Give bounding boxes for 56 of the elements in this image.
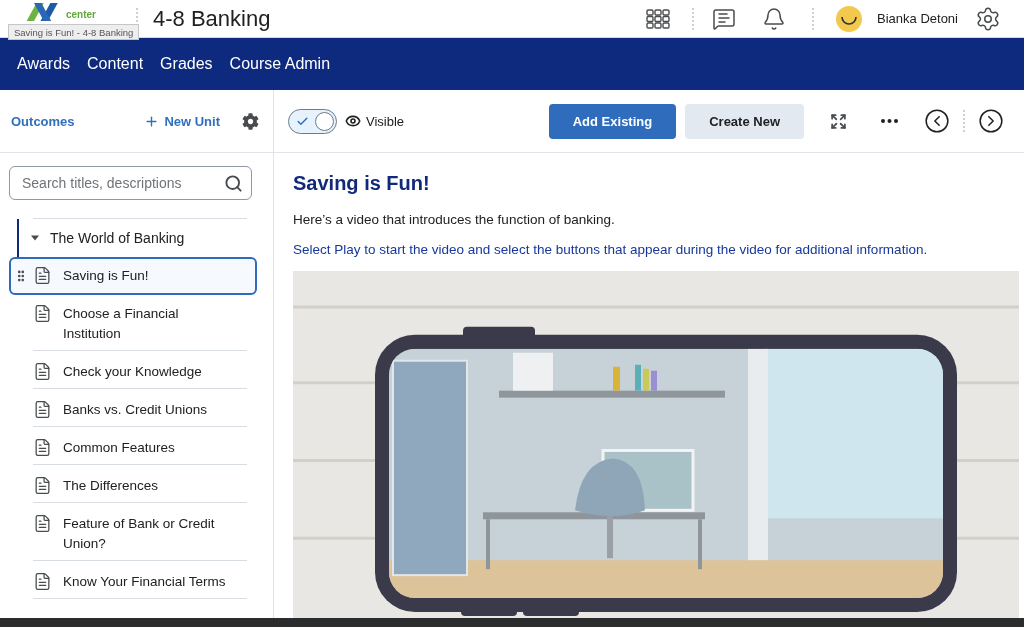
intro-text: Here’s a video that introduces the function of banking. — [293, 211, 616, 229]
nav-link[interactable]: Awards — [17, 55, 71, 73]
document-icon — [33, 514, 52, 533]
message-icon[interactable] — [712, 6, 737, 31]
topic-title: Banks vs. Credit Unions — [63, 401, 208, 419]
topic-title: Choose a Financial Institution — [63, 305, 180, 343]
avatar-icon[interactable] — [836, 5, 863, 32]
settings-icon[interactable] — [975, 5, 1001, 32]
bell-icon[interactable] — [762, 6, 787, 31]
topic-tree-item[interactable]: Choose a Financial Institution — [9, 295, 257, 353]
new-unit-button[interactable]: New Unit — [144, 113, 220, 129]
nav-link[interactable]: Grades — [160, 55, 213, 73]
tooltip: Saving is Fun! - 4-8 Banking — [8, 24, 140, 40]
user-name[interactable]: Bianka Detoni — [877, 11, 958, 26]
document-icon — [33, 304, 52, 323]
add-existing-button[interactable]: Add Existing — [548, 103, 677, 139]
logo-icon — [26, 3, 60, 21]
ellipsis-icon[interactable] — [881, 119, 898, 123]
topic-title: Common Features — [63, 439, 175, 457]
search-field[interactable]: Search titles, descriptions — [9, 166, 252, 200]
document-icon — [33, 362, 52, 381]
outcomes-link[interactable]: Outcomes — [11, 113, 75, 129]
next-icon[interactable] — [978, 108, 1004, 134]
topic-title: The Differences — [63, 477, 159, 495]
document-icon — [33, 572, 52, 591]
document-icon — [33, 266, 52, 285]
topic-tree-item[interactable]: Feature of Bank or Credit Union? — [9, 505, 257, 563]
instruction-text: Select Play to start the video and select the buttons that appear during the video for additional information. — [293, 241, 929, 259]
visibility-label: Visible — [366, 113, 405, 129]
fullscreen-icon[interactable] — [830, 112, 847, 130]
plus-icon — [144, 113, 160, 129]
topic-tree-item[interactable]: Check your Knowledge — [9, 353, 257, 391]
topic-tree-item[interactable]: Know Your Financial Terms — [9, 563, 257, 601]
search-icon[interactable] — [224, 174, 243, 193]
create-new-button[interactable]: Create New — [685, 103, 804, 139]
topic-title: Feature of Bank or Credit Union? — [63, 515, 216, 553]
document-icon — [33, 476, 52, 495]
topic-tree-item[interactable]: Saving is Fun! — [9, 257, 257, 295]
topic-title: Saving is Fun! — [63, 267, 149, 285]
eye-icon — [345, 113, 361, 129]
visibility-toggle[interactable] — [288, 108, 337, 134]
topic-tree-item[interactable]: The Differences — [9, 467, 257, 505]
nav-link[interactable]: Content — [87, 55, 144, 73]
course-title: 4-8 Banking — [153, 5, 271, 32]
app-grid-icon[interactable] — [646, 8, 671, 29]
topic-tree-item[interactable]: Common Features — [9, 429, 257, 467]
document-icon — [33, 400, 52, 419]
previous-icon[interactable] — [924, 108, 950, 134]
page-title: Saving is Fun! — [293, 171, 431, 196]
logo-text: center — [66, 9, 96, 21]
document-icon — [33, 438, 52, 457]
topic-title: Check your Knowledge — [63, 363, 202, 381]
settings-icon[interactable] — [242, 112, 259, 130]
nav-link[interactable]: Course Admin — [229, 55, 331, 73]
topic-title: Know Your Financial Terms — [63, 573, 226, 591]
topic-tree-item[interactable]: Banks vs. Credit Unions — [9, 391, 257, 429]
